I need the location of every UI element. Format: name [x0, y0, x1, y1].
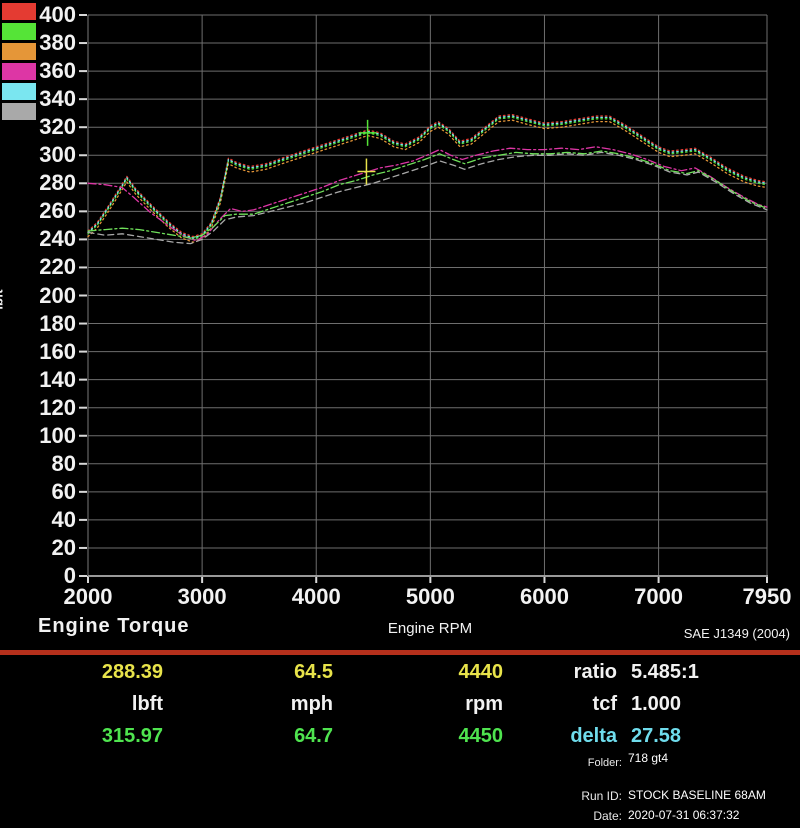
y-tick-label: 200	[14, 285, 76, 307]
y-tick-label: 80	[14, 453, 76, 475]
green-torque-trace	[88, 117, 767, 239]
x-tick-label: 5000	[385, 586, 475, 608]
folder-value: 718 gt4	[628, 751, 668, 765]
orange-torque-trace	[88, 120, 767, 242]
y-tick-label: 120	[14, 397, 76, 419]
cursor2-rpm-value: 4450	[370, 724, 503, 748]
y-tick-label: 280	[14, 172, 76, 194]
y-tick-label: 380	[14, 32, 76, 54]
ratio-value: 5.485:1	[631, 660, 741, 684]
y-tick-label: 260	[14, 200, 76, 222]
tcf-value: 1.000	[631, 692, 741, 716]
speed-unit-label: mph	[200, 692, 333, 716]
y-tick-label: 60	[14, 481, 76, 503]
y-tick-label: 360	[14, 60, 76, 82]
y-tick-label: 220	[14, 256, 76, 278]
y-tick-label: 340	[14, 88, 76, 110]
y-tick-label: 20	[14, 537, 76, 559]
folder-label: Folder:	[502, 757, 622, 769]
red-divider	[0, 650, 800, 655]
cursor1-torque-value: 288.39	[30, 660, 163, 684]
magenta-torque-trace	[88, 147, 767, 241]
x-tick-label: 7000	[614, 586, 704, 608]
date-label: Date:	[502, 809, 622, 823]
delta-value: 27.58	[631, 724, 741, 748]
y-tick-label: 40	[14, 509, 76, 531]
y-tick-label: 300	[14, 144, 76, 166]
chart-title: Engine Torque	[38, 615, 190, 638]
torque-unit-label: lbft	[30, 692, 163, 716]
lightgreen-torque-trace	[88, 151, 767, 238]
cursor2-torque-value: 315.97	[30, 724, 163, 748]
y-tick-label: 100	[14, 425, 76, 447]
ratio-label: ratio	[490, 660, 617, 684]
red-torque-trace	[88, 115, 767, 237]
x-tick-label: 7950	[722, 586, 800, 608]
y-tick-label: 180	[14, 313, 76, 335]
y-tick-label: 240	[14, 228, 76, 250]
x-tick-label: 3000	[157, 586, 247, 608]
y-tick-label: 140	[14, 369, 76, 391]
cursor1-rpm-value: 4440	[370, 660, 503, 684]
cursor1-speed-value: 64.5	[200, 660, 333, 684]
run-id-value: STOCK BASELINE 68AM	[628, 788, 766, 802]
torque-chart	[0, 0, 800, 655]
tcf-label: tcf	[490, 692, 617, 716]
x-axis-title: Engine RPM	[300, 620, 560, 637]
sae-correction-label: SAE J1349 (2004)	[684, 626, 790, 641]
cursor2-speed-value: 64.7	[200, 724, 333, 748]
x-tick-label: 6000	[499, 586, 589, 608]
y-tick-label: 400	[14, 4, 76, 26]
y-tick-label: 160	[14, 341, 76, 363]
x-tick-label: 2000	[43, 586, 133, 608]
run-id-label: Run ID:	[502, 789, 622, 803]
y-tick-label: 320	[14, 116, 76, 138]
delta-label: delta	[490, 724, 617, 748]
date-value: 2020-07-31 06:37:32	[628, 808, 739, 822]
y-axis-title: lbft	[0, 289, 6, 309]
x-tick-label: 4000	[271, 586, 361, 608]
rpm-unit-label: rpm	[370, 692, 503, 716]
